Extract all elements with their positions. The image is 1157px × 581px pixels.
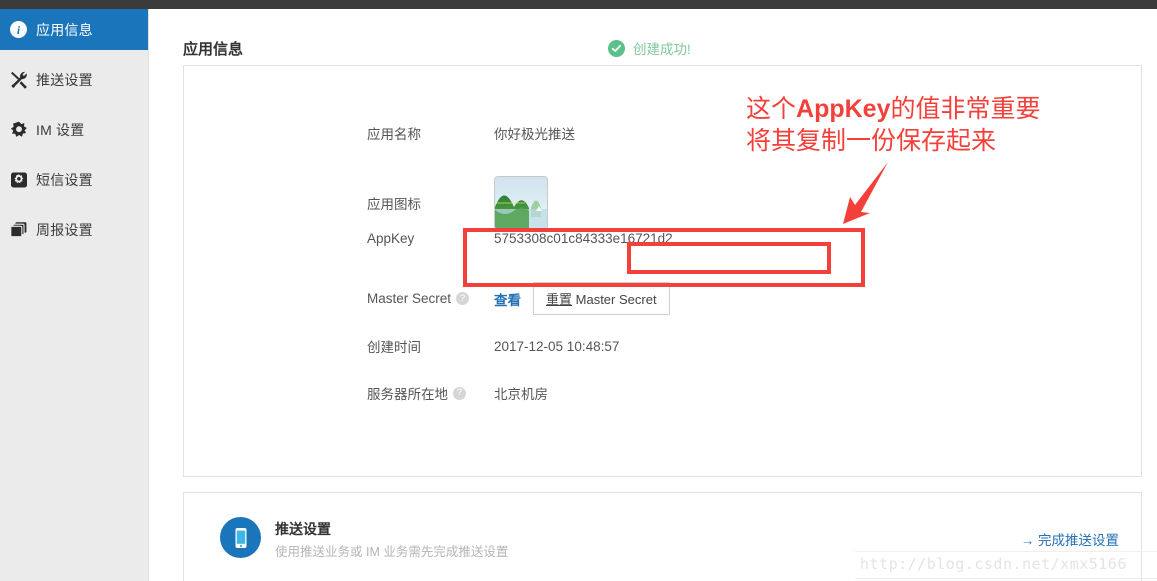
watermark: http://blog.csdn.net/xmx5166 bbox=[860, 555, 1127, 573]
watermark-divider-top bbox=[855, 551, 1157, 552]
annotation-box-appkey-value bbox=[627, 242, 831, 274]
annotation-text: 这个AppKey的值非常重要 将其复制一份保存起来 bbox=[746, 93, 1041, 157]
annotation-line-1: 这个AppKey的值非常重要 bbox=[746, 93, 1041, 125]
row-label-text: 服务器所在地 bbox=[367, 387, 448, 402]
annotation-line1-c: 的值非常重要 bbox=[890, 94, 1041, 123]
complete-push-settings-link[interactable]: → 完成推送设置 bbox=[1021, 529, 1119, 549]
row-label: 应用图标 bbox=[367, 197, 421, 212]
push-card-title: 推送设置 bbox=[275, 521, 331, 537]
row-value bbox=[494, 176, 548, 230]
sidebar-item-im-settings[interactable]: IM 设置 bbox=[0, 109, 148, 150]
check-circle-icon bbox=[608, 39, 625, 57]
row-value: 你好极光推送 bbox=[494, 127, 575, 142]
sidebar-item-app-info[interactable]: i 应用信息 bbox=[0, 9, 148, 50]
row-value: 2017-12-05 10:48:57 bbox=[494, 338, 620, 354]
table-row: 创建时间 2017-12-05 10:48:57 bbox=[367, 336, 619, 356]
table-row: 应用图标 bbox=[367, 176, 548, 230]
annotation-line1-b: AppKey bbox=[796, 95, 891, 123]
reset-button-suffix: Master Secret bbox=[575, 292, 657, 307]
app-thumbnail-landscape-icon bbox=[494, 176, 548, 230]
sidebar-item-label: 应用信息 bbox=[36, 21, 93, 38]
push-card-subtitle: 使用推送业务或 IM 业务需先完成推送设置 bbox=[275, 545, 509, 559]
help-icon[interactable]: ? bbox=[453, 386, 466, 400]
row-label: 创建时间 bbox=[367, 340, 421, 355]
sidebar-item-weekly-report-settings[interactable]: 周报设置 bbox=[0, 209, 148, 250]
row-label: 应用名称 bbox=[367, 127, 421, 142]
copy-icon bbox=[10, 220, 36, 240]
view-master-secret-link[interactable]: 查看 bbox=[494, 289, 521, 309]
row-label-text: Master Secret bbox=[367, 291, 452, 306]
annotation-line1-a: 这个 bbox=[746, 94, 797, 123]
sidebar-item-label: 周报设置 bbox=[36, 221, 93, 238]
row-label: Master Secret ? bbox=[367, 291, 494, 306]
page-title: 应用信息 bbox=[183, 41, 244, 58]
table-row: 服务器所在地 ? 北京机房 bbox=[367, 383, 548, 403]
sidebar-item-sms-settings[interactable]: 短信设置 bbox=[0, 159, 148, 200]
row-label: 服务器所在地 ? bbox=[367, 383, 494, 403]
app-window: i 应用信息 推送设置 IM 设置 短信设置 周报设置 应用信息 创建成功! 应… bbox=[0, 0, 1157, 581]
annotation-arrow-icon bbox=[843, 162, 888, 224]
gear-star-icon bbox=[10, 120, 36, 140]
info-icon: i bbox=[10, 20, 36, 40]
tools-icon bbox=[10, 70, 36, 90]
row-value: 北京机房 bbox=[494, 387, 548, 402]
gear-square-icon bbox=[10, 170, 36, 190]
mobile-phone-icon bbox=[220, 517, 261, 558]
help-icon[interactable]: ? bbox=[456, 292, 470, 305]
sidebar: i 应用信息 推送设置 IM 设置 短信设置 周报设置 bbox=[0, 9, 149, 581]
sidebar-item-label: IM 设置 bbox=[36, 121, 85, 138]
status-badge-text: 创建成功! bbox=[633, 42, 691, 57]
top-bar bbox=[0, 0, 1157, 9]
watermark-divider-bottom bbox=[855, 578, 1157, 579]
table-row: 应用名称 你好极光推送 bbox=[367, 123, 575, 143]
sidebar-item-label: 短信设置 bbox=[36, 171, 93, 188]
status-badge: 创建成功! bbox=[608, 38, 691, 58]
sidebar-item-push-settings[interactable]: 推送设置 bbox=[0, 59, 148, 100]
sidebar-item-label: 推送设置 bbox=[36, 71, 93, 88]
reset-button-prefix: 重置 bbox=[546, 292, 573, 307]
